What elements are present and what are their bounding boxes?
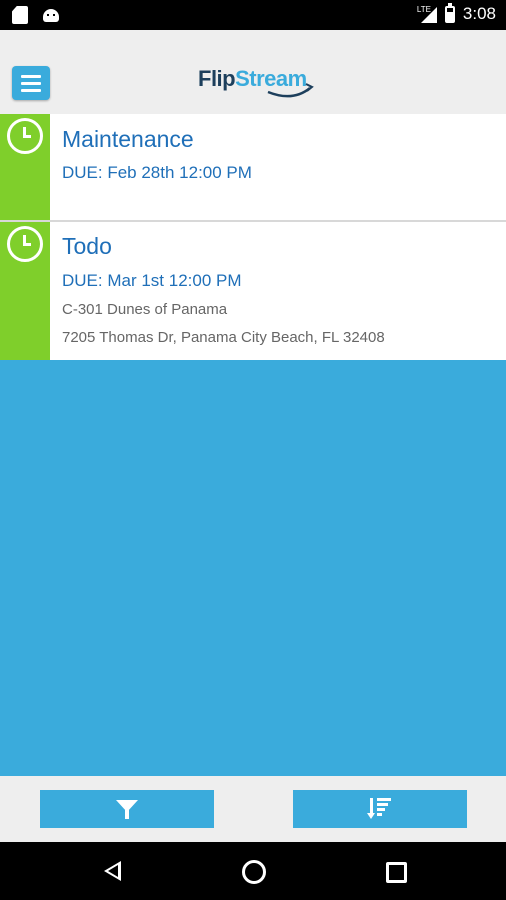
recents-icon[interactable] [386,862,407,883]
back-icon[interactable] [104,861,121,881]
task-list-item[interactable]: Maintenance DUE: Feb 28th 12:00 PM [0,114,506,220]
bottom-toolbar [0,776,506,842]
clock-icon [7,118,43,154]
app-header: FlipStream [0,30,506,114]
task-due: DUE: Feb 28th 12:00 PM [62,163,252,182]
battery-icon [444,2,455,23]
home-icon[interactable] [242,860,266,884]
signal-icon: LTE [417,5,437,23]
menu-button[interactable] [12,66,50,100]
logo-swoosh-icon [267,83,314,98]
task-list-item[interactable]: Todo DUE: Mar 1st 12:00 PM C-301 Dunes o… [0,222,506,360]
clock-icon [7,226,43,262]
list-empty-area [0,360,506,776]
task-due: DUE: Mar 1st 12:00 PM [62,271,242,290]
sd-card-icon [12,6,28,24]
flipstream-logo: FlipStream [198,66,318,102]
task-status-strip [0,114,50,220]
filter-icon [116,800,138,819]
task-status-strip [0,222,50,360]
task-title: Todo [62,233,112,259]
task-address-line1: C-301 Dunes of Panama [62,301,228,318]
sort-icon [367,798,391,820]
task-address-line2: 7205 Thomas Dr, Panama City Beach, FL 32… [62,329,385,346]
filter-button[interactable] [40,790,214,828]
status-time: 3:08 [462,4,496,23]
system-nav-bar [0,842,506,900]
status-bar: LTE 3:08 [0,0,506,30]
android-debug-icon [42,6,60,22]
task-title: Maintenance [62,126,194,152]
sort-button[interactable] [293,790,467,828]
